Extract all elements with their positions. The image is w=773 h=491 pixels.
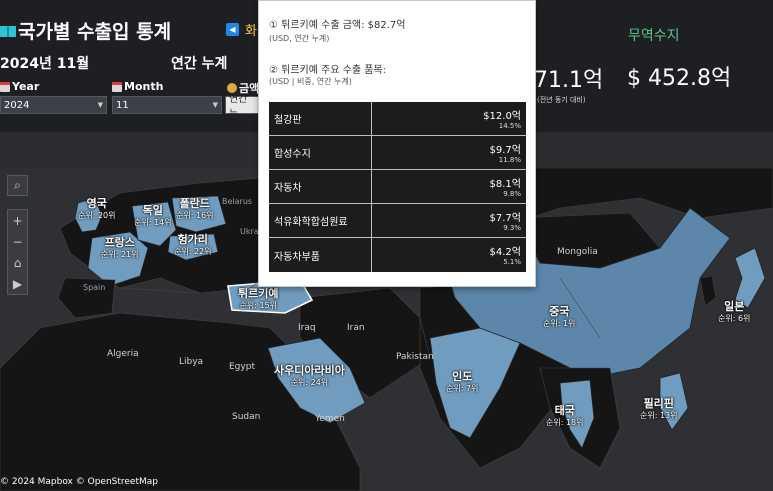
- country-label-poland[interactable]: 폴란드 순위: 16위: [176, 197, 214, 221]
- geo-label-belarus: Belarus: [222, 197, 253, 206]
- tooltip-export-items-unit: (USD | 비중, 연간 누계): [269, 77, 352, 86]
- tooltip-items-table: 철강판 $12.0억 14.5% 합성수지 $9.7억 11.8% 자동차 $8.1…: [269, 102, 526, 272]
- year-filter-label: Year: [0, 80, 39, 93]
- kpi-import-subtext: (전년 동기 대비): [537, 96, 586, 104]
- chevron-down-icon: ▼: [212, 101, 218, 109]
- country-tooltip: ① 튀르키예 수출 금액: $82.7억 (USD, 연간 누계) ② 튀르키예…: [258, 0, 536, 287]
- month-select[interactable]: 11 ▼: [112, 96, 222, 114]
- page-title: 국가별 수출입 통계: [0, 17, 171, 44]
- table-row: 자동차부품 $4.2억 5.1%: [269, 238, 526, 272]
- geo-label-algeria: Algeria: [107, 349, 139, 359]
- tooltip-export-amount-unit: (USD, 연간 누계): [269, 34, 330, 43]
- tooltip-export-items-heading: ② 튀르키예 주요 수출 품목:: [269, 65, 387, 76]
- geo-label-iran: Iran: [347, 323, 365, 333]
- country-japan: [734, 247, 766, 309]
- country-label-germany[interactable]: 독일 순위: 14위: [134, 204, 172, 228]
- geo-label-yemen: Yemen: [315, 414, 345, 424]
- kpi-trade-balance-value: $ 452.8억: [627, 66, 732, 91]
- year-select[interactable]: 2024 ▼: [0, 96, 107, 114]
- play-icon[interactable]: ▶: [13, 277, 22, 291]
- calendar-icon: [112, 81, 122, 92]
- cumulative-label: 연간 누계: [171, 56, 228, 72]
- trade-balance-label: 무역수지: [628, 28, 680, 44]
- tooltip-export-amount: ① 튀르키예 수출 금액: $82.7억: [269, 20, 406, 31]
- geo-label-pakistan: Pakistan: [396, 352, 434, 362]
- back-arrow-icon: ◀: [226, 23, 239, 36]
- land-korea: [699, 275, 717, 307]
- country-label-hungary[interactable]: 헝가리 순위: 22위: [174, 233, 212, 257]
- geo-label-mongolia: Mongolia: [557, 247, 598, 257]
- table-row: 철강판 $12.0억 14.5%: [269, 102, 526, 136]
- map-attribution[interactable]: © 2024 Mapbox © OpenStreetMap: [0, 477, 158, 487]
- country-label-japan[interactable]: 일본 순위: 6위: [718, 300, 750, 324]
- geo-label-ukraine: Ukra: [240, 227, 259, 236]
- geo-label-spain: Spain: [83, 283, 106, 292]
- table-row: 합성수지 $9.7억 11.8%: [269, 136, 526, 170]
- kpi-import-value: 71.1억: [534, 68, 604, 93]
- back-nav-link[interactable]: ◀ 화: [226, 20, 257, 39]
- table-row: 자동차 $8.1억 9.8%: [269, 170, 526, 204]
- country-label-uk[interactable]: 영국 순위: 20위: [78, 197, 116, 221]
- country-label-france[interactable]: 프랑스 순위: 21위: [101, 236, 139, 260]
- geo-label-sudan: Sudan: [232, 412, 261, 422]
- calendar-icon: [0, 81, 10, 92]
- report-date: 2024년 11월: [0, 56, 90, 72]
- month-filter-label: Month: [112, 80, 163, 93]
- country-label-india[interactable]: 인도 순위: 7위: [446, 370, 478, 394]
- country-label-saudi[interactable]: 사우디아라비아 순위: 24위: [274, 364, 345, 388]
- zoom-in-icon[interactable]: +: [12, 214, 22, 228]
- home-icon[interactable]: ⌂: [14, 256, 22, 270]
- country-label-philippines[interactable]: 필리핀 순위: 13위: [640, 397, 678, 421]
- book-icon: [0, 25, 16, 37]
- country-label-china[interactable]: 중국 순위: 1위: [543, 305, 575, 329]
- table-row: 석유화학합섬원료 $7.7억 9.3%: [269, 204, 526, 238]
- chevron-down-icon: ▼: [97, 101, 103, 109]
- geo-label-libya: Libya: [179, 357, 204, 367]
- zoom-out-icon[interactable]: −: [12, 235, 22, 249]
- page-title-text: 국가별 수출입 통계: [18, 21, 172, 43]
- map-zoom-controls: + − ⌂ ▶: [7, 209, 28, 295]
- country-label-thailand[interactable]: 태국 순위: 18위: [546, 404, 584, 428]
- search-map-button[interactable]: ⌕: [7, 175, 28, 196]
- country-label-turkey[interactable]: 튀르키예 순위: 15위: [238, 287, 278, 311]
- geo-label-egypt: Egypt: [229, 362, 255, 372]
- geo-label-iraq: Iraq: [298, 323, 316, 333]
- search-icon: ⌕: [14, 178, 21, 192]
- back-nav-label: 화: [245, 24, 257, 39]
- amount-select[interactable]: 연간 누: [225, 94, 261, 120]
